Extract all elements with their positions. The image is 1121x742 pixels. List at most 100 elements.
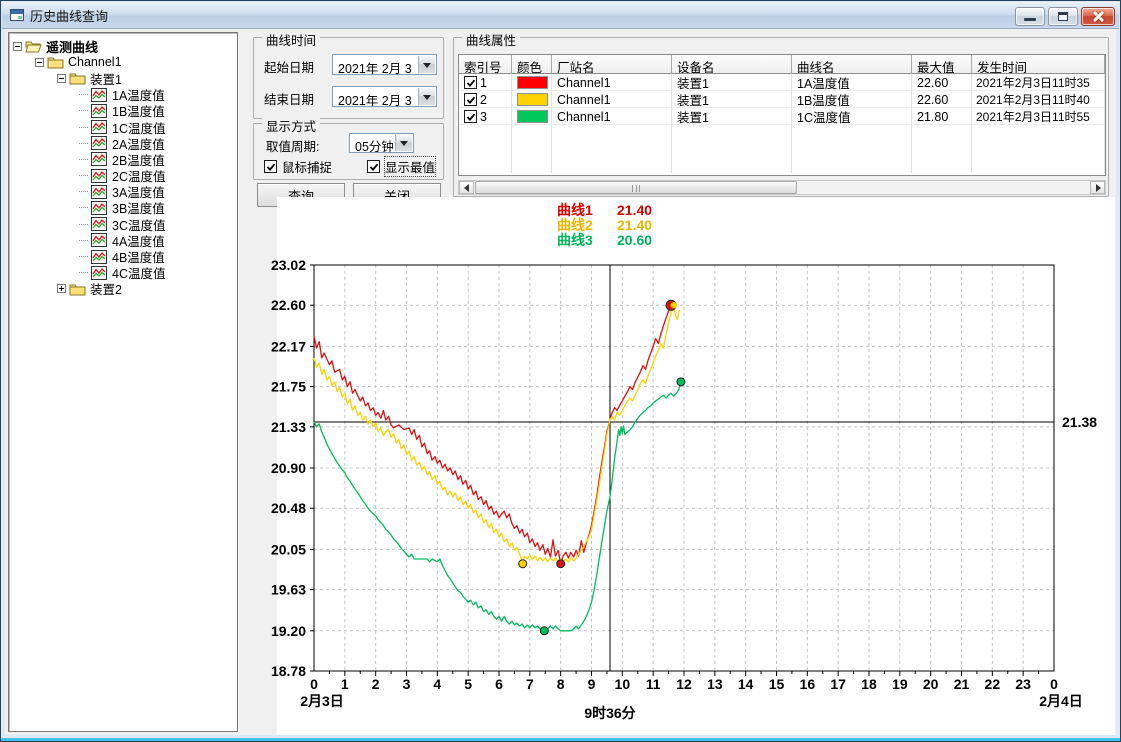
thumb-grip-icon bbox=[632, 185, 640, 192]
tree-item-label: Channel1 bbox=[68, 55, 122, 69]
tree-item[interactable]: 3B温度值 bbox=[9, 200, 237, 216]
scroll-right-button[interactable] bbox=[1090, 181, 1105, 194]
tree-item[interactable]: 3A温度值 bbox=[9, 184, 237, 200]
tree-item[interactable]: 4B温度值 bbox=[9, 248, 237, 264]
period-combobox[interactable]: 05分钟 bbox=[349, 133, 414, 153]
row-color-cell bbox=[512, 108, 552, 125]
curve-icon bbox=[91, 120, 108, 134]
minimize-button[interactable] bbox=[1015, 7, 1045, 26]
legend-series-name: 曲线2 bbox=[557, 218, 609, 233]
folder-open-icon bbox=[25, 39, 42, 53]
restore-icon bbox=[1058, 12, 1068, 21]
tree-connector bbox=[79, 143, 88, 144]
start-date-combobox[interactable]: 2021年 2月 3 bbox=[332, 54, 437, 75]
tree-item[interactable]: 装置1 bbox=[9, 70, 237, 86]
curve-props-table[interactable]: 索引号颜色厂站名设备名曲线名最大值发生时间1Channel1装置11A温度值22… bbox=[458, 54, 1106, 176]
tree-item[interactable]: 2A温度值 bbox=[9, 135, 237, 151]
tree-item[interactable]: 1B温度值 bbox=[9, 103, 237, 119]
app-icon bbox=[10, 9, 24, 21]
column-header[interactable]: 最大值 bbox=[912, 55, 972, 74]
row-max-value: 21.80 bbox=[912, 108, 972, 125]
tree-item[interactable]: 2B温度值 bbox=[9, 151, 237, 167]
curve-props-group: 曲线属性 索引号颜色厂站名设备名曲线名最大值发生时间1Channel1装置11A… bbox=[453, 37, 1109, 197]
scrollbar-thumb[interactable] bbox=[475, 181, 797, 194]
period-label: 取值周期: bbox=[266, 136, 319, 155]
start-date-dropdown-arrow[interactable] bbox=[418, 56, 435, 73]
end-date-label: 结束日期 bbox=[264, 89, 314, 108]
column-header[interactable]: 曲线名 bbox=[792, 55, 912, 74]
chart-canvas[interactable] bbox=[277, 197, 1115, 735]
scroll-left-button[interactable] bbox=[459, 181, 474, 194]
restore-button[interactable] bbox=[1048, 7, 1078, 26]
collapse-icon[interactable] bbox=[57, 74, 66, 83]
legend-series-name: 曲线3 bbox=[557, 233, 609, 248]
legend-series-name: 曲线1 bbox=[557, 203, 609, 218]
tree-connector bbox=[79, 191, 88, 192]
tree-item[interactable]: 1C温度值 bbox=[9, 119, 237, 135]
curve-icon bbox=[91, 185, 108, 199]
folder-icon bbox=[47, 55, 64, 69]
tree-item-label: 遥测曲线 bbox=[46, 37, 98, 56]
end-date-dropdown-arrow[interactable] bbox=[418, 88, 435, 105]
curve-icon bbox=[91, 136, 108, 150]
row-device: 装置1 bbox=[672, 108, 792, 125]
collapse-icon[interactable] bbox=[35, 58, 44, 67]
tree-item[interactable]: 1A温度值 bbox=[9, 87, 237, 103]
column-header[interactable]: 厂站名 bbox=[552, 55, 672, 74]
titlebar[interactable]: 历史曲线查询 bbox=[2, 2, 1119, 29]
tree-item[interactable]: 3C温度值 bbox=[9, 216, 237, 232]
row-device: 装置1 bbox=[672, 91, 792, 108]
period-dropdown-arrow[interactable] bbox=[395, 135, 412, 151]
table-empty-cell bbox=[552, 125, 672, 173]
tree-item[interactable]: 装置2 bbox=[9, 281, 237, 297]
app-window: 历史曲线查询 遥测曲线Channel1装置11A温度值1B温度值1C温度值2A温… bbox=[0, 0, 1121, 742]
column-header[interactable]: 设备名 bbox=[672, 55, 792, 74]
show-extremes-option: 显示最值 bbox=[367, 157, 435, 176]
tree-item[interactable]: 2C温度值 bbox=[9, 168, 237, 184]
table-empty-cell bbox=[792, 125, 912, 173]
row-station: Channel1 bbox=[552, 74, 672, 91]
close-button[interactable] bbox=[1081, 7, 1115, 26]
row-checkbox[interactable] bbox=[464, 76, 477, 89]
table-empty-cell bbox=[512, 125, 552, 173]
window-controls bbox=[1015, 7, 1115, 26]
tree-item[interactable]: Channel1 bbox=[9, 54, 237, 70]
tree-item[interactable]: 4A温度值 bbox=[9, 232, 237, 248]
collapse-icon[interactable] bbox=[13, 42, 22, 51]
row-color-cell bbox=[512, 74, 552, 91]
table-empty-cell bbox=[972, 125, 1105, 173]
curve-props-group-label: 曲线属性 bbox=[462, 30, 520, 49]
tree-connector bbox=[79, 224, 88, 225]
mouse-capture-label: 鼠标捕捉 bbox=[282, 157, 332, 176]
row-station: Channel1 bbox=[552, 108, 672, 125]
legend-series-value: 21.40 bbox=[617, 203, 652, 218]
tree-item[interactable]: 4C温度值 bbox=[9, 265, 237, 281]
table-hscrollbar[interactable] bbox=[458, 180, 1106, 195]
column-header[interactable]: 发生时间 bbox=[972, 55, 1105, 74]
chevron-down-icon bbox=[423, 95, 431, 100]
tree-item[interactable]: 遥测曲线 bbox=[9, 38, 237, 54]
row-index-cell[interactable]: 1 bbox=[459, 74, 512, 91]
table-empty-cell bbox=[672, 125, 792, 173]
curve-color-swatch bbox=[517, 76, 548, 89]
tree-connector bbox=[79, 240, 88, 241]
mouse-capture-checkbox[interactable] bbox=[264, 160, 277, 173]
row-max-value: 22.60 bbox=[912, 74, 972, 91]
curve-tree[interactable]: 遥测曲线Channel1装置11A温度值1B温度值1C温度值2A温度值2B温度值… bbox=[8, 32, 238, 732]
row-checkbox[interactable] bbox=[464, 93, 477, 106]
row-max-value: 22.60 bbox=[912, 91, 972, 108]
start-date-value: 2021年 2月 3 bbox=[338, 58, 412, 77]
row-index: 2 bbox=[480, 93, 487, 107]
end-date-combobox[interactable]: 2021年 2月 3 bbox=[332, 86, 437, 107]
column-header[interactable]: 索引号 bbox=[459, 55, 512, 74]
arrow-right-icon bbox=[1096, 184, 1101, 192]
column-header[interactable]: 颜色 bbox=[512, 55, 552, 74]
row-checkbox[interactable] bbox=[464, 110, 477, 123]
row-index-cell[interactable]: 3 bbox=[459, 108, 512, 125]
show-extremes-checkbox[interactable] bbox=[367, 160, 380, 173]
chevron-down-icon bbox=[423, 63, 431, 68]
expand-icon[interactable] bbox=[57, 284, 66, 293]
row-index-cell[interactable]: 2 bbox=[459, 91, 512, 108]
curve-icon bbox=[91, 266, 108, 280]
period-value: 05分钟 bbox=[355, 136, 394, 155]
